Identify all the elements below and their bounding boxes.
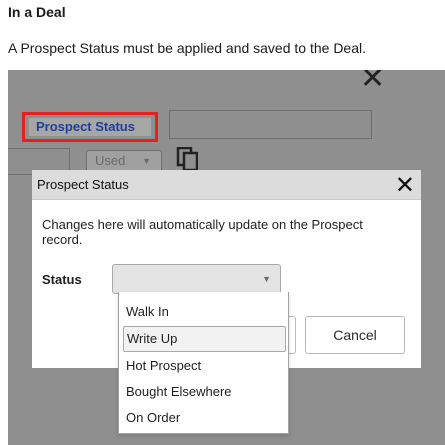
used-select-value: Used [95, 153, 126, 168]
status-label: Status [42, 272, 82, 287]
prospect-status-button[interactable]: Prospect Status [29, 118, 151, 136]
option-bought-elsewhere[interactable]: Bought Elsewhere [119, 380, 288, 406]
dialog-titlebar: Prospect Status ✕ [32, 170, 421, 200]
option-write-up[interactable]: Write Up [123, 326, 286, 352]
option-walk-in[interactable]: Walk In [119, 300, 288, 326]
doc-instruction: A Prospect Status must be applied and sa… [8, 40, 366, 56]
status-options-list: Walk In Write Up Hot Prospect Bought Els… [118, 292, 289, 434]
chevron-down-icon: ▼ [262, 274, 271, 284]
dialog-message: Changes here will automatically update o… [42, 217, 363, 247]
caret-down-icon: ▼ [142, 156, 151, 166]
used-select[interactable]: Used ▼ [86, 150, 162, 172]
status-select[interactable]: ▼ [112, 264, 281, 294]
screenshot-area: ✕ Prospect Status Used ▼ Prospect Status… [8, 70, 445, 445]
dialog-title: Prospect Status [37, 177, 129, 192]
copy-icon[interactable] [176, 147, 198, 171]
doc-heading: In a Deal [8, 4, 66, 20]
close-icon[interactable]: ✕ [395, 170, 415, 200]
prospect-status-highlight: Prospect Status [22, 112, 158, 142]
cancel-button[interactable]: Cancel [305, 316, 405, 354]
prospect-status-field[interactable] [169, 110, 372, 139]
background-close-icon[interactable]: ✕ [360, 70, 385, 94]
option-on-order[interactable]: On Order [119, 406, 288, 432]
option-hot-prospect[interactable]: Hot Prospect [119, 354, 288, 380]
